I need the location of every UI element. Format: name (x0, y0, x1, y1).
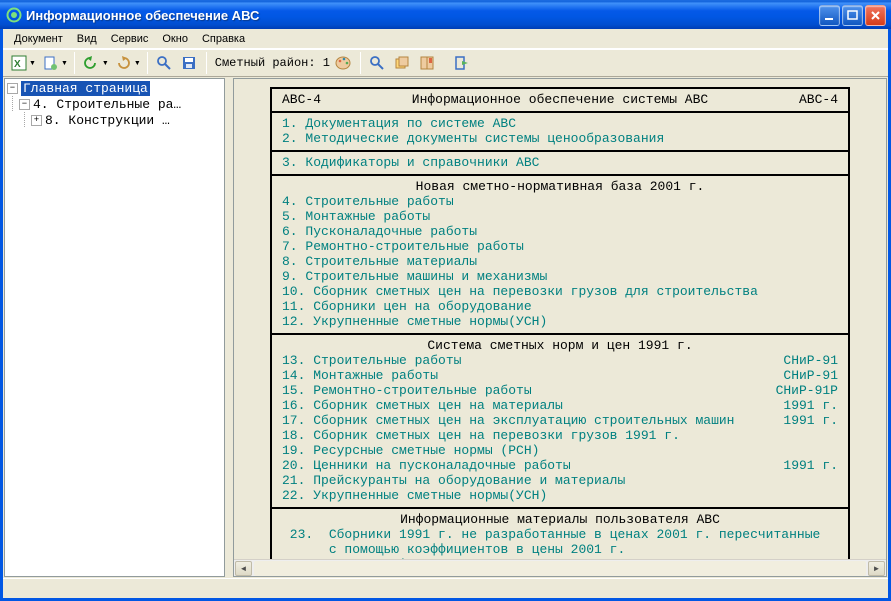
doc-link[interactable]: с помощью коэффициентов в цены 2001 г. (282, 542, 838, 557)
doc-link[interactable]: 8. Строительные материалы (282, 254, 838, 269)
book-icon[interactable] (416, 52, 439, 75)
menu-help[interactable]: Справка (195, 31, 252, 47)
doc-link[interactable]: 20. Ценники на пусконаладочные работы199… (282, 458, 838, 473)
separator (206, 52, 207, 74)
doc-link[interactable]: 6. Пусконаладочные работы (282, 224, 838, 239)
menu-window[interactable]: Окно (155, 31, 195, 47)
new-doc-icon[interactable] (39, 52, 62, 75)
doc-link[interactable]: 22. Укрупненные сметные нормы(УСН) (282, 488, 838, 503)
tree-item[interactable]: + 8. Конструкции … (5, 112, 224, 128)
smeta-region-label: Сметный район: 1 (211, 54, 356, 72)
undo-icon[interactable] (80, 52, 103, 75)
excel-icon[interactable]: X (7, 52, 30, 75)
title-bar: Информационное обеспечение АВС (0, 0, 891, 29)
scroll-left-icon[interactable]: ◄ (235, 561, 252, 576)
close-button[interactable] (865, 5, 886, 26)
doc-link[interactable]: 23. Сборники 1991 г. не разработанные в … (282, 527, 838, 542)
tree-item-label: 8. Конструкции … (45, 113, 170, 128)
horizontal-scrollbar[interactable]: ◄ ► (234, 559, 886, 576)
doc-link[interactable]: 19. Ресурсные сметные нормы (РСН) (282, 443, 838, 458)
minimize-button[interactable] (819, 5, 840, 26)
doc-link[interactable]: 21. Прейскуранты на оборудование и матер… (282, 473, 838, 488)
doc-link[interactable]: 16. Сборник сметных цен на материалы1991… (282, 398, 838, 413)
palette-icon[interactable] (334, 54, 352, 72)
menu-bar: Документ Вид Сервис Окно Справка (3, 29, 888, 49)
doc-link[interactable]: 15. Ремонтно-строительные работыСНиР-91Р (282, 383, 838, 398)
menu-document[interactable]: Документ (7, 31, 70, 47)
separator (147, 52, 148, 74)
app-icon (6, 7, 22, 23)
tree-panel: − Главная страница − 4. Строительные ра…… (4, 78, 225, 577)
doc-link[interactable]: 4. Строительные работы (282, 194, 838, 209)
doc-link[interactable]: 5. Монтажные работы (282, 209, 838, 224)
doc-link[interactable]: 12. Укрупненные сметные нормы(УСН) (282, 314, 838, 329)
section-heading: Новая сметно-нормативная база 2001 г. (282, 179, 838, 194)
section-heading: Информационные материалы пользователя АВ… (282, 512, 838, 527)
dropdown-arrow-icon[interactable]: ▼ (134, 60, 141, 67)
doc-link[interactable]: 3. Кодификаторы и справочники АВС (282, 155, 838, 170)
tree-item-label: 4. Строительные ра… (33, 97, 181, 112)
dropdown-arrow-icon[interactable]: ▼ (29, 60, 36, 67)
doc-link[interactable]: 18. Сборник сметных цен на перевозки гру… (282, 428, 838, 443)
scroll-track[interactable] (254, 561, 866, 576)
redo-icon[interactable] (112, 52, 135, 75)
separator (360, 52, 361, 74)
doc-link[interactable]: 7. Ремонтно-строительные работы (282, 239, 838, 254)
menu-view[interactable]: Вид (70, 31, 104, 47)
doc-link[interactable]: 14. Монтажные работыСНиР-91 (282, 368, 838, 383)
doc-link[interactable]: 17. Сборник сметных цен на эксплуатацию … (282, 413, 838, 428)
scroll-right-icon[interactable]: ► (868, 561, 885, 576)
doc-link[interactable]: 1. Документация по системе АВС (282, 116, 838, 131)
doc-link[interactable]: 10. Сборник сметных цен на перевозки гру… (282, 284, 838, 299)
header-left: АВС-4 (282, 92, 321, 107)
maximize-button[interactable] (842, 5, 863, 26)
copy-layers-icon[interactable] (391, 52, 414, 75)
doc-link[interactable]: 11. Сборники цен на оборудование (282, 299, 838, 314)
dropdown-arrow-icon[interactable]: ▼ (102, 60, 109, 67)
page-title: Информационное обеспечение системы АВС (321, 92, 799, 107)
content-panel: АВС-4 Информационное обеспечение системы… (233, 78, 887, 577)
header-right: АВС-4 (799, 92, 838, 107)
tree-root[interactable]: − Главная страница (5, 80, 224, 96)
dropdown-arrow-icon[interactable]: ▼ (61, 60, 68, 67)
status-bar (3, 578, 888, 598)
save-icon[interactable] (178, 52, 201, 75)
doc-link[interactable]: 13. Строительные работыСНиР-91 (282, 353, 838, 368)
expand-icon[interactable]: + (31, 115, 42, 126)
collapse-icon[interactable]: − (19, 99, 30, 110)
doc-main-box: АВС-4 Информационное обеспечение системы… (270, 87, 850, 559)
doc-link[interactable]: 9. Строительные машины и механизмы (282, 269, 838, 284)
separator (74, 52, 75, 74)
svg-text:X: X (14, 59, 21, 70)
toolbar: X ▼ ▼ ▼ ▼ Сметный район: 1 (3, 49, 888, 77)
collapse-icon[interactable]: − (7, 83, 18, 94)
exit-icon[interactable] (451, 52, 474, 75)
zoom-icon[interactable] (366, 52, 389, 75)
tree-root-label: Главная страница (21, 81, 150, 96)
menu-service[interactable]: Сервис (104, 31, 156, 47)
search-icon[interactable] (153, 52, 176, 75)
doc-link[interactable]: 2. Методические документы системы ценооб… (282, 131, 838, 146)
window-title: Информационное обеспечение АВС (26, 8, 819, 23)
section-heading: Система сметных норм и цен 1991 г. (282, 338, 838, 353)
tree-item[interactable]: − 4. Строительные ра… (5, 96, 224, 112)
splitter[interactable] (226, 77, 232, 578)
